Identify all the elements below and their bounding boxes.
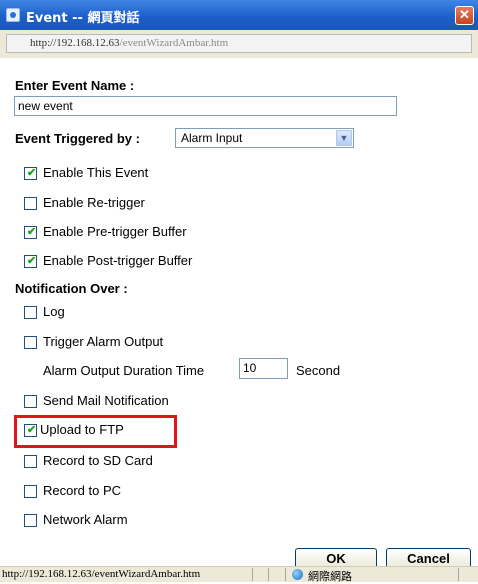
- status-url: http://192.168.12.63/eventWizardAmbar.ht…: [2, 568, 201, 580]
- alarm-duration-label: Alarm Output Duration Time: [43, 363, 205, 378]
- trigger-alarm-checkbox[interactable]: [24, 336, 37, 349]
- log-label: Log: [43, 304, 65, 319]
- globe-icon: [292, 569, 303, 580]
- enable-event-label: Enable This Event: [43, 165, 149, 180]
- window-title: Event -- 網頁對話: [26, 11, 140, 26]
- record-sd-label: Record to SD Card: [43, 453, 153, 468]
- enable-pretrigger-label: Enable Pre-trigger Buffer: [43, 224, 187, 239]
- alarm-duration-input[interactable]: 10: [239, 358, 288, 379]
- network-alarm-label: Network Alarm: [43, 512, 128, 527]
- chevron-down-icon[interactable]: ▼: [336, 130, 352, 146]
- notification-label: Notification Over :: [15, 281, 128, 296]
- status-divider: [268, 568, 269, 581]
- alarm-duration-unit: Second: [296, 363, 341, 378]
- status-divider: [285, 568, 286, 581]
- event-name-input[interactable]: new event: [14, 96, 397, 116]
- record-pc-label: Record to PC: [43, 483, 122, 498]
- dialog-content: Enter Event Name : new event Event Trigg…: [0, 58, 478, 569]
- enable-retrigger-label: Enable Re-trigger: [43, 195, 145, 210]
- enable-posttrigger-checkbox[interactable]: ✔: [24, 255, 37, 268]
- checkmark-icon: ✔: [27, 167, 37, 179]
- send-mail-label: Send Mail Notification: [43, 393, 169, 408]
- enable-posttrigger-label: Enable Post-trigger Buffer: [43, 253, 193, 268]
- status-divider: [458, 568, 459, 581]
- close-button[interactable]: ✕: [455, 6, 474, 25]
- highlight-box: [14, 415, 177, 448]
- trigger-label: Event Triggered by :: [15, 131, 140, 146]
- status-divider: [252, 568, 253, 581]
- trigger-select-value: Alarm Input: [181, 131, 243, 145]
- enable-retrigger-checkbox[interactable]: [24, 197, 37, 210]
- title-bar: Event -- 網頁對話 ✕: [0, 0, 478, 30]
- trigger-select[interactable]: Alarm Input ▼: [175, 128, 354, 148]
- network-alarm-checkbox[interactable]: [24, 514, 37, 527]
- event-name-label: Enter Event Name :: [15, 78, 135, 93]
- status-bar: http://192.168.12.63/eventWizardAmbar.ht…: [0, 566, 478, 583]
- address-bar: http://192.168.12.63/eventWizardAmbar.ht…: [0, 30, 478, 58]
- trigger-alarm-label: Trigger Alarm Output: [43, 334, 164, 349]
- record-pc-checkbox[interactable]: [24, 485, 37, 498]
- ie-page-icon: [6, 8, 20, 22]
- address-field: http://192.168.12.63/eventWizardAmbar.ht…: [6, 34, 472, 53]
- log-checkbox[interactable]: [24, 306, 37, 319]
- enable-pretrigger-checkbox[interactable]: ✔: [24, 226, 37, 239]
- address-host: http://192.168.12.63: [30, 37, 120, 49]
- checkmark-icon: ✔: [27, 226, 37, 238]
- checkmark-icon: ✔: [27, 255, 37, 267]
- enable-event-checkbox[interactable]: ✔: [24, 167, 37, 180]
- send-mail-checkbox[interactable]: [24, 395, 37, 408]
- address-path: /eventWizardAmbar.htm: [119, 37, 229, 49]
- record-sd-checkbox[interactable]: [24, 455, 37, 468]
